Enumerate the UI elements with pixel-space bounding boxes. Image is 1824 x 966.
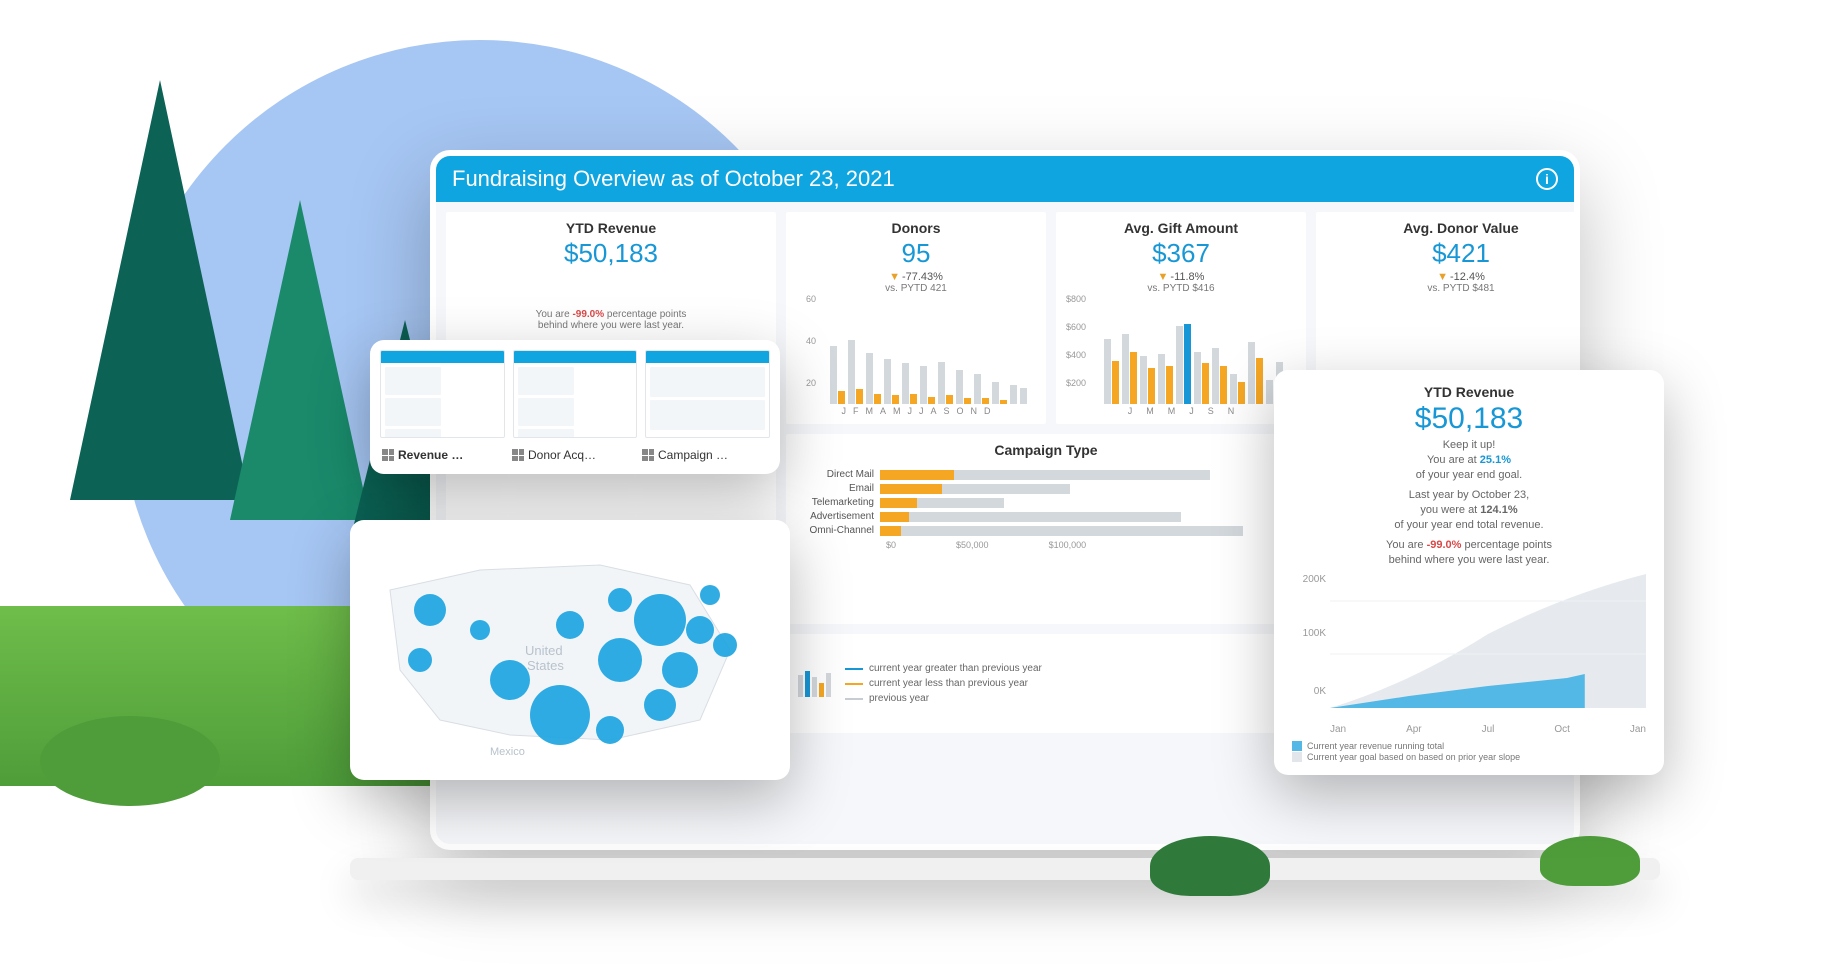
behind-note: You are -99.0% percentage points behind … bbox=[452, 309, 770, 331]
decor-tree bbox=[70, 80, 250, 500]
grid-icon bbox=[382, 449, 394, 461]
decor-tree bbox=[230, 200, 370, 520]
campaign-type-card[interactable]: Campaign Type Direct Mail Email Telemark… bbox=[786, 434, 1306, 624]
mini-bar-icon bbox=[798, 671, 831, 697]
caret-down-icon: ▼ bbox=[1158, 271, 1169, 283]
dashboard-header: Fundraising Overview as of October 23, 2… bbox=[436, 156, 1574, 202]
tab-campaign[interactable]: Campaign … bbox=[640, 444, 770, 466]
donors-card[interactable]: Donors 95 ▼-77.43% vs. PYTD 421 604020 J… bbox=[786, 212, 1046, 424]
svg-text:United: United bbox=[525, 643, 563, 658]
tab-thumb-revenue[interactable] bbox=[380, 350, 505, 438]
avg-gift-card[interactable]: Avg. Gift Amount $367 ▼-11.8% vs. PYTD $… bbox=[1056, 212, 1306, 424]
laptop-base bbox=[350, 858, 1660, 880]
caret-down-icon: ▼ bbox=[889, 271, 900, 283]
ytd-revenue-popover: YTD Revenue $50,183 Keep it up! You are … bbox=[1274, 370, 1664, 775]
grid-icon bbox=[642, 449, 654, 461]
decor-bush bbox=[1540, 836, 1640, 886]
decor-bush bbox=[40, 716, 220, 806]
grid-icon bbox=[512, 449, 524, 461]
ytd-area-chart[interactable]: 200K 100K 0K bbox=[1292, 574, 1646, 724]
tab-revenue[interactable]: Revenue … bbox=[380, 444, 510, 466]
donors-x-axis: JFMAMJJASOND bbox=[792, 406, 1040, 416]
us-map-icon: United States Mexico bbox=[360, 530, 780, 770]
area-x-axis: JanAprJulOctJan bbox=[1292, 724, 1646, 735]
tab-thumb-donor-acq[interactable] bbox=[513, 350, 638, 438]
tab-thumb-campaign[interactable] bbox=[645, 350, 770, 438]
ytd-revenue-title: YTD Revenue bbox=[452, 220, 770, 236]
donor-map-popover[interactable]: United States Mexico bbox=[350, 520, 790, 780]
ytd-revenue-value: $50,183 bbox=[452, 238, 770, 269]
donors-title: Donors bbox=[792, 220, 1040, 236]
tab-donor-acq[interactable]: Donor Acq… bbox=[510, 444, 640, 466]
avg-gift-bar-chart[interactable]: $800$600$400$200 bbox=[1062, 294, 1300, 404]
donors-value: 95 bbox=[792, 238, 1040, 269]
dashboard-title: Fundraising Overview as of October 23, 2… bbox=[452, 166, 895, 192]
info-icon[interactable]: i bbox=[1536, 168, 1558, 190]
svg-text:States: States bbox=[527, 658, 564, 673]
dashboard-tabs-popover: Revenue … Donor Acq… Campaign … bbox=[370, 340, 780, 474]
caret-down-icon: ▼ bbox=[1437, 271, 1448, 283]
svg-text:Mexico: Mexico bbox=[490, 746, 525, 758]
decor-bush bbox=[1150, 836, 1270, 896]
donors-bar-chart[interactable]: 604020 bbox=[792, 294, 1040, 404]
